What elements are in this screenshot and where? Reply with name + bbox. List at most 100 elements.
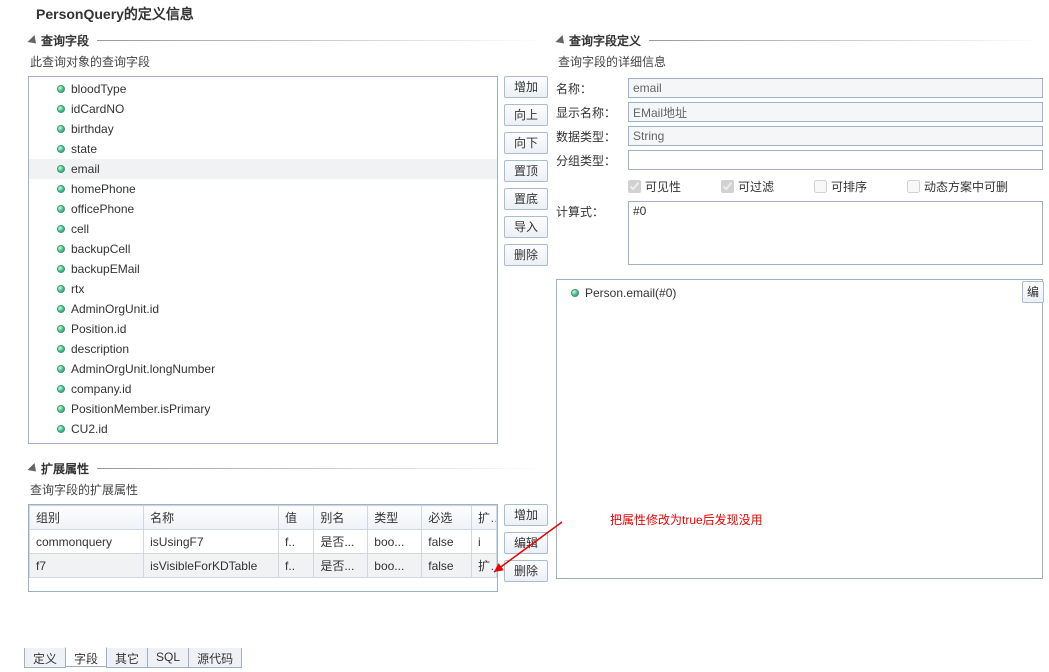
page-hscroll[interactable] xyxy=(28,630,1043,646)
checkbox[interactable] xyxy=(628,180,641,193)
cell[interactable]: commonquery xyxy=(30,530,144,554)
checkbox[interactable] xyxy=(907,180,920,193)
tab-SQL[interactable]: SQL xyxy=(147,648,189,668)
button-向下[interactable]: 向下 xyxy=(504,132,548,154)
disp-label: 显示名称： xyxy=(556,104,628,121)
button-向上[interactable]: 向上 xyxy=(504,104,548,126)
col-header[interactable]: 类型 xyxy=(368,506,422,530)
check-可见性[interactable]: 可见性 xyxy=(628,178,681,195)
cell[interactable]: false xyxy=(422,530,472,554)
cell[interactable]: false xyxy=(422,554,472,578)
list-item[interactable]: homePhone xyxy=(29,179,497,199)
table-row[interactable]: f7isVisibleForKDTablef..是否...boo...false… xyxy=(30,554,497,578)
ext-row: 组别名称值别名类型必选扩 commonqueryisUsingF7f..是否..… xyxy=(28,504,548,592)
col-header[interactable]: 必选 xyxy=(422,506,472,530)
cell[interactable]: isUsingF7 xyxy=(144,530,279,554)
cell[interactable]: i xyxy=(472,530,497,554)
tree-item[interactable]: Person.email(#0) xyxy=(565,284,1034,302)
button-导入[interactable]: 导入 xyxy=(504,216,548,238)
display-name-field[interactable] xyxy=(628,102,1043,122)
cell[interactable]: 扩 xyxy=(472,554,497,578)
cell[interactable]: isVisibleForKDTable xyxy=(144,554,279,578)
cell[interactable]: 是否... xyxy=(314,530,368,554)
list-item[interactable]: Position.id xyxy=(29,319,497,339)
button-置顶[interactable]: 置顶 xyxy=(504,160,548,182)
checkbox[interactable] xyxy=(814,180,827,193)
def-header[interactable]: 查询字段定义 xyxy=(556,30,1043,51)
list-item[interactable]: bloodType xyxy=(29,79,497,99)
col-header[interactable]: 组别 xyxy=(30,506,144,530)
tab-源代码[interactable]: 源代码 xyxy=(188,648,242,668)
list-item-label: officePhone xyxy=(71,202,134,216)
list-item[interactable]: CU2.id xyxy=(29,419,497,439)
button-置底[interactable]: 置底 xyxy=(504,188,548,210)
ext-table-wrap[interactable]: 组别名称值别名类型必选扩 commonqueryisUsingF7f..是否..… xyxy=(28,504,498,592)
col-header[interactable]: 别名 xyxy=(314,506,368,530)
group-type-field[interactable] xyxy=(628,150,1043,170)
cell[interactable]: f.. xyxy=(279,554,314,578)
cell[interactable]: boo... xyxy=(368,554,422,578)
data-type-field[interactable] xyxy=(628,126,1043,146)
list-item-label: state xyxy=(71,142,97,156)
list-item[interactable]: description xyxy=(29,339,497,359)
check-可过滤[interactable]: 可过滤 xyxy=(721,178,774,195)
list-item[interactable]: officePhone xyxy=(29,199,497,219)
table-row[interactable]: commonqueryisUsingF7f..是否...boo...falsei xyxy=(30,530,497,554)
ext-table[interactable]: 组别名称值别名类型必选扩 commonqueryisUsingF7f..是否..… xyxy=(29,505,497,578)
list-item[interactable]: rtx xyxy=(29,279,497,299)
expression-tree[interactable]: Person.email(#0) xyxy=(556,279,1043,579)
check-label: 可过滤 xyxy=(738,178,774,195)
bullet-icon xyxy=(57,225,65,233)
col-header[interactable]: 名称 xyxy=(144,506,279,530)
check-可排序[interactable]: 可排序 xyxy=(814,178,867,195)
list-item[interactable]: email xyxy=(29,159,497,179)
group-label: 分组类型： xyxy=(556,152,628,169)
ext-buttons: 增加编辑删除 xyxy=(504,504,548,592)
list-item[interactable]: state xyxy=(29,139,497,159)
ext-section: 扩展属性 查询字段的扩展属性 组别名称值别名类型必选扩 commonqueryi… xyxy=(28,458,548,592)
name-field[interactable] xyxy=(628,78,1043,98)
field-list[interactable]: bloodTypeidCardNO birthday state emailhomeP… xyxy=(28,76,498,444)
tab-其它[interactable]: 其它 xyxy=(106,648,148,668)
list-item-label: description xyxy=(71,342,129,356)
button-增加[interactable]: 增加 xyxy=(504,76,548,98)
expression-field[interactable] xyxy=(628,201,1043,265)
bullet-icon xyxy=(57,105,65,113)
col-header[interactable]: 值 xyxy=(279,506,314,530)
tab-字段[interactable]: 字段 xyxy=(65,647,107,667)
list-item[interactable]: PositionMember.isPrimary xyxy=(29,399,497,419)
button-增加[interactable]: 增加 xyxy=(504,504,548,526)
cell[interactable]: boo... xyxy=(368,530,422,554)
def-form: 名称： 显示名称： 数据类型： 分组类型： 可见性可过滤可排序动态方案中可删 xyxy=(556,76,1043,273)
button-删除[interactable]: 删除 xyxy=(504,244,548,266)
list-item-label: AdminOrgUnit.id xyxy=(71,302,159,316)
list-item[interactable]: AdminOrgUnit.longNumber xyxy=(29,359,497,379)
ext-header[interactable]: 扩展属性 xyxy=(28,458,548,479)
edit-expression-button[interactable]: 编 xyxy=(1022,281,1044,303)
list-item[interactable]: idCardNO xyxy=(29,99,497,119)
list-item[interactable]: birthday xyxy=(29,119,497,139)
cell[interactable]: f.. xyxy=(279,530,314,554)
fields-header[interactable]: 查询字段 xyxy=(28,30,548,51)
ext-hscroll[interactable] xyxy=(29,575,497,591)
list-item-label: birthday xyxy=(71,122,114,136)
list-item-label: rtx xyxy=(71,282,84,296)
chevron-down-icon xyxy=(27,34,39,46)
button-编辑[interactable]: 编辑 xyxy=(504,532,548,554)
list-item[interactable]: cell xyxy=(29,219,497,239)
list-item[interactable]: backupCell xyxy=(29,239,497,259)
cell[interactable]: f7 xyxy=(30,554,144,578)
field-buttons: 增加向上向下置顶置底导入删除 xyxy=(504,76,548,444)
checkbox[interactable] xyxy=(721,180,734,193)
cell[interactable]: 是否... xyxy=(314,554,368,578)
list-item[interactable]: company.id xyxy=(29,379,497,399)
list-item[interactable]: AdminOrgUnit.id xyxy=(29,299,497,319)
list-item[interactable]: backupEMail xyxy=(29,259,497,279)
col-header[interactable]: 扩 xyxy=(472,506,497,530)
button-删除[interactable]: 删除 xyxy=(504,560,548,582)
check-row: 可见性 可过滤 可排序 动态方案中可删 xyxy=(556,174,1043,201)
check-label: 动态方案中可删 xyxy=(924,178,1008,195)
tab-定义[interactable]: 定义 xyxy=(24,648,66,668)
check-动态方案中可删[interactable]: 动态方案中可删 xyxy=(907,178,1008,195)
bullet-icon xyxy=(571,289,579,297)
